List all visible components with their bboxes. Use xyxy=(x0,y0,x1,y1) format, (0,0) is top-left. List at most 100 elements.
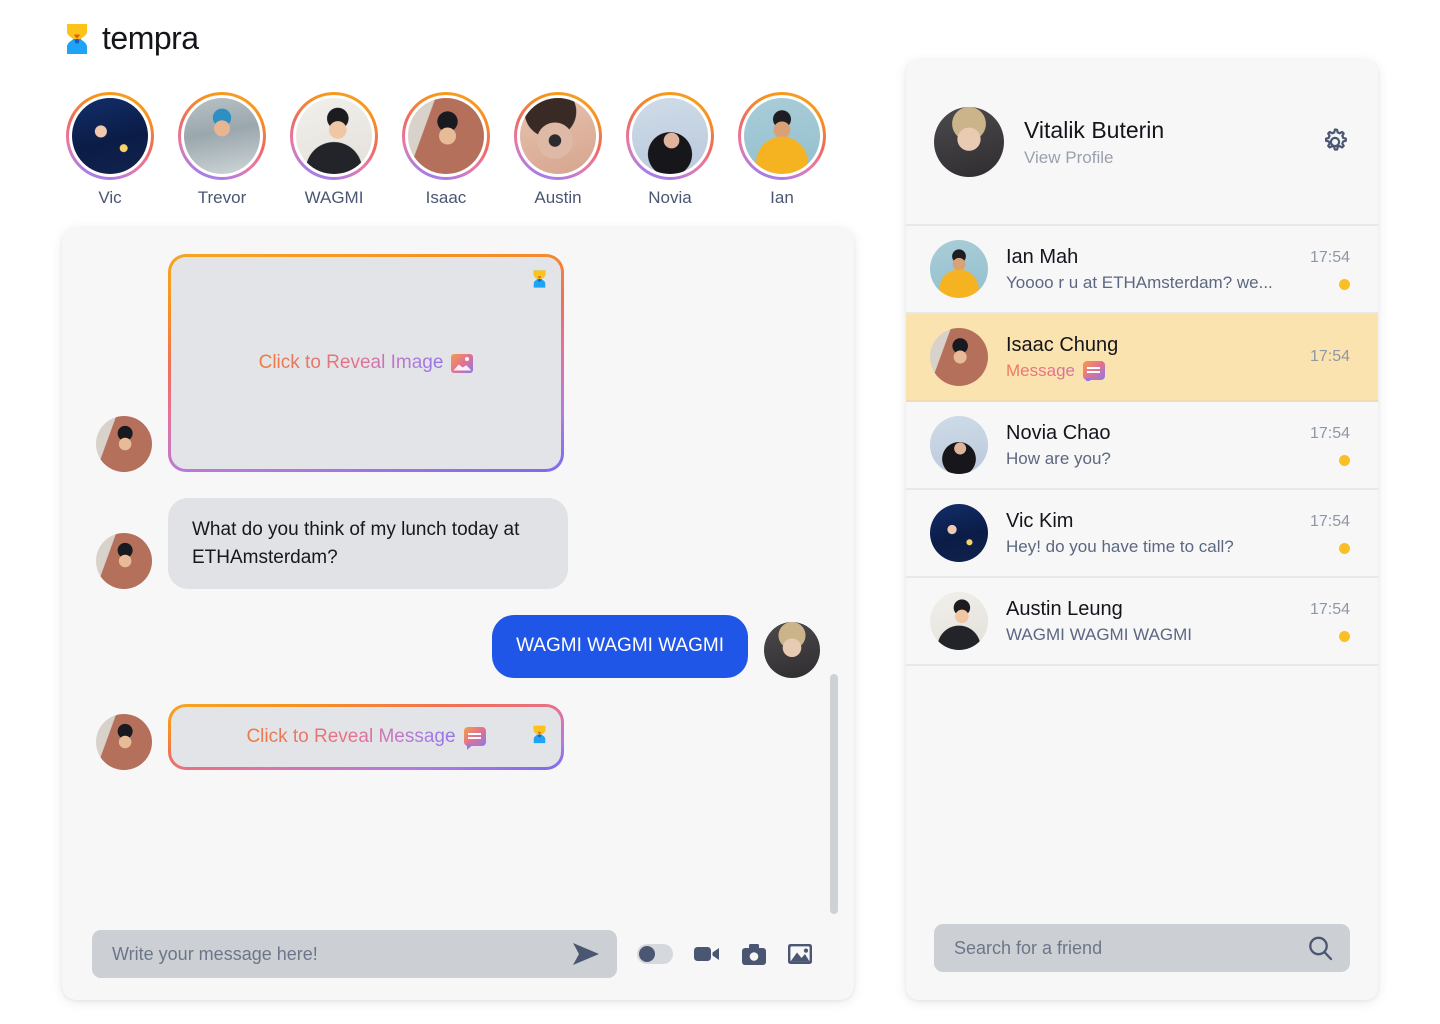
avatar xyxy=(296,98,372,174)
stories-row: Vic Trevor WAGMI Isaac Austin Novia Ian xyxy=(64,92,828,208)
conversation-time: 17:54 xyxy=(1309,348,1350,365)
ephemeral-toggle[interactable] xyxy=(637,944,673,964)
conversation-body: Novia Chao How are you? xyxy=(1006,422,1292,469)
avatar xyxy=(764,621,820,678)
conversation-row-ian-mah[interactable]: Ian Mah Yoooo r u at ETHAmsterdam? we...… xyxy=(906,226,1378,314)
story-item-austin[interactable]: Austin xyxy=(512,92,604,208)
profile-name: Vitalik Buterin xyxy=(1024,116,1165,143)
reveal-image-label: Click to Reveal Image xyxy=(259,352,474,374)
avatar xyxy=(96,533,152,590)
profile-meta: Vitalik Buterin View Profile xyxy=(1024,117,1300,168)
story-item-vic[interactable]: Vic xyxy=(64,92,156,208)
message-bubble-outgoing: WAGMI WAGMI WAGMI xyxy=(492,615,748,678)
avatar xyxy=(408,98,484,174)
video-camera-icon[interactable] xyxy=(693,943,721,965)
chat-bubble-icon xyxy=(1082,361,1105,380)
avatar xyxy=(96,713,152,770)
conversation-time: 17:54 xyxy=(1309,600,1350,618)
conversation-meta: 17:54 xyxy=(1310,601,1350,642)
story-ring xyxy=(290,92,378,180)
avatar xyxy=(930,592,988,650)
conversation-row-austin-leung[interactable]: Austin Leung WAGMI WAGMI WAGMI 17:54 xyxy=(906,578,1378,666)
message-row: Click to Reveal Image xyxy=(96,254,820,472)
search-icon[interactable] xyxy=(1306,934,1334,962)
conversation-body: Vic Kim Hey! do you have time to call? xyxy=(1006,510,1292,557)
story-ring xyxy=(738,92,826,180)
story-ring xyxy=(178,92,266,180)
story-item-wagmi[interactable]: WAGMI xyxy=(288,92,380,208)
image-icon[interactable] xyxy=(787,942,813,966)
message-list: Click to Reveal Image What do you think … xyxy=(62,228,854,908)
conversation-name: Ian Mah xyxy=(1006,245,1079,268)
conversation-meta: 17:54 xyxy=(1310,249,1350,290)
avatar xyxy=(72,98,148,174)
avatar xyxy=(930,328,988,386)
picture-icon xyxy=(451,353,474,373)
avatar xyxy=(632,98,708,174)
search-field[interactable] xyxy=(934,924,1350,972)
conversation-body: Austin Leung WAGMI WAGMI WAGMI xyxy=(1006,598,1292,645)
conversation-meta: 17:54 xyxy=(1310,425,1350,466)
message-scrollbar[interactable] xyxy=(830,254,838,914)
story-label: Austin xyxy=(534,188,582,207)
avatar xyxy=(96,416,152,472)
avatar xyxy=(930,416,988,474)
message-bubble-incoming: What do you think of my lunch today at E… xyxy=(168,498,568,590)
conversation-preview: Message xyxy=(1006,361,1105,381)
conversation-name: Vic Kim xyxy=(1006,509,1074,532)
unread-dot xyxy=(1339,454,1350,466)
panel-spacer xyxy=(906,666,1378,924)
friends-panel: Vitalik Buterin View Profile Ian Mah Yoo… xyxy=(906,60,1378,1000)
story-label: Vic xyxy=(98,188,122,207)
profile-header[interactable]: Vitalik Buterin View Profile xyxy=(906,60,1378,226)
message-row: What do you think of my lunch today at E… xyxy=(96,498,820,590)
conversation-meta: 17:54 xyxy=(1310,348,1350,366)
conversation-preview: WAGMI WAGMI WAGMI xyxy=(1006,624,1193,644)
reveal-message-bubble[interactable]: Click to Reveal Message xyxy=(168,703,564,770)
message-composer xyxy=(62,908,854,1000)
story-item-isaac[interactable]: Isaac xyxy=(400,92,492,208)
story-item-trevor[interactable]: Trevor xyxy=(176,92,268,208)
avatar xyxy=(930,504,988,562)
conversation-row-isaac-chung[interactable]: Isaac Chung Message 17:54 xyxy=(906,314,1378,402)
avatar xyxy=(930,240,988,298)
composer-field[interactable] xyxy=(92,930,617,978)
conversation-time: 17:54 xyxy=(1309,248,1350,266)
toggle-knob xyxy=(639,946,655,962)
avatar xyxy=(744,98,820,174)
send-icon[interactable] xyxy=(571,941,601,967)
hourglass-icon xyxy=(64,22,90,56)
avatar xyxy=(520,98,596,174)
search-area xyxy=(906,924,1378,1000)
search-input[interactable] xyxy=(954,937,1296,959)
conversation-name: Isaac Chung xyxy=(1006,333,1119,356)
unread-dot xyxy=(1339,278,1350,290)
conversation-preview: Hey! do you have time to call? xyxy=(1006,536,1234,556)
conversation-preview: How are you? xyxy=(1006,448,1111,468)
camera-icon[interactable] xyxy=(741,943,767,966)
story-item-novia[interactable]: Novia xyxy=(624,92,716,208)
story-item-ian[interactable]: Ian xyxy=(736,92,828,208)
story-label: Novia xyxy=(648,188,692,207)
story-label: Ian xyxy=(770,188,794,207)
scrollbar-thumb[interactable] xyxy=(830,674,838,914)
chat-panel: Click to Reveal Image What do you think … xyxy=(62,228,854,1000)
conversation-body: Isaac Chung Message xyxy=(1006,334,1292,381)
conversation-name: Austin Leung xyxy=(1006,597,1123,620)
message-row: WAGMI WAGMI WAGMI xyxy=(96,615,820,678)
conversation-time: 17:54 xyxy=(1309,424,1350,442)
chat-bubble-icon xyxy=(463,727,486,747)
conversation-row-novia-chao[interactable]: Novia Chao How are you? 17:54 xyxy=(906,402,1378,490)
story-label: Isaac xyxy=(425,188,467,207)
story-ring xyxy=(66,92,154,180)
reveal-image-bubble[interactable]: Click to Reveal Image xyxy=(168,254,564,472)
view-profile-link[interactable]: View Profile xyxy=(1024,148,1300,168)
conversation-row-vic-kim[interactable]: Vic Kim Hey! do you have time to call? 1… xyxy=(906,490,1378,578)
unread-dot xyxy=(1339,630,1350,642)
gear-icon[interactable] xyxy=(1320,127,1350,157)
reveal-message-label: Click to Reveal Message xyxy=(246,726,486,748)
conversation-preview: Yoooo r u at ETHAmsterdam? we... xyxy=(1006,272,1273,292)
message-input[interactable] xyxy=(112,943,561,965)
conversation-meta: 17:54 xyxy=(1310,513,1350,554)
avatar xyxy=(184,98,260,174)
